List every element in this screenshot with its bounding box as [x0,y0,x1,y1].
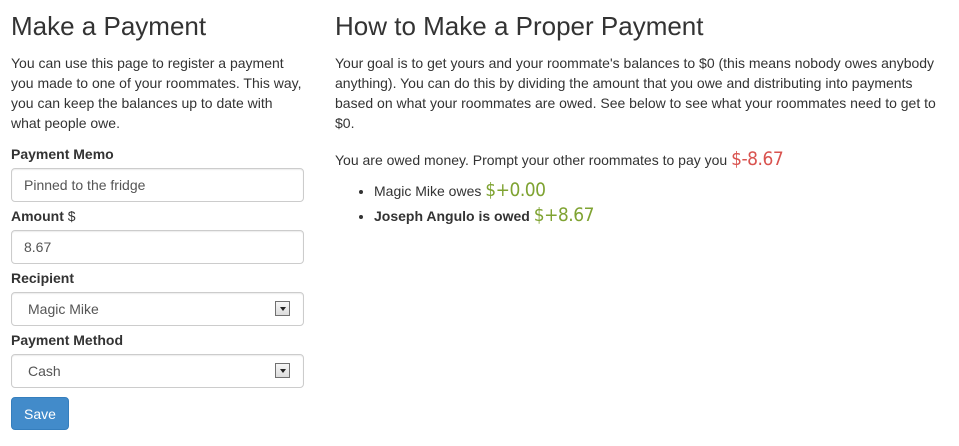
amount-group: Amount $ [11,207,305,264]
list-item: Magic Mike owes $+0.00 [374,178,950,203]
owed-status-amount: $-8.67 [731,148,784,170]
method-label-text: Payment Method [11,332,124,348]
balance-amount: $+8.67 [533,204,595,226]
method-selected-value: Cash [28,363,61,379]
payment-form-panel: Make a Payment You can use this page to … [11,0,305,430]
balance-amount: $+0.00 [485,179,546,201]
dropdown-arrow-icon[interactable] [275,363,290,378]
amount-unit: $ [67,208,76,224]
recipient-select[interactable]: Magic Mike [11,292,304,326]
amount-label: Amount $ [11,207,305,225]
owed-status: You are owed money. Prompt your other ro… [335,147,950,172]
method-label: Payment Method [11,331,305,349]
instructions-goal: Your goal is to get yours and your roomm… [335,55,936,131]
memo-input[interactable] [11,168,304,202]
list-item: Joseph Angulo is owed $+8.67 [374,203,950,228]
recipient-group: Recipient Magic Mike [11,269,305,326]
amount-label-text: Amount [11,208,64,224]
recipient-selected-value: Magic Mike [28,301,99,317]
method-select[interactable]: Cash [11,354,304,388]
memo-label-text: Payment Memo [11,146,114,162]
instructions-panel: How to Make a Proper Payment Your goal i… [335,0,950,228]
method-group: Payment Method Cash [11,331,305,388]
amount-input[interactable] [11,230,304,264]
instructions-title: How to Make a Proper Payment [335,11,704,41]
memo-group: Payment Memo [11,145,305,202]
owed-status-text: You are owed money. Prompt your other ro… [335,152,728,168]
dropdown-arrow-icon[interactable] [275,301,290,316]
payment-form-title: Make a Payment [11,11,207,41]
memo-label: Payment Memo [11,145,305,163]
balance-text: Joseph Angulo is owed [374,208,530,224]
recipient-label: Recipient [11,269,305,287]
recipient-label-text: Recipient [11,270,75,286]
save-button[interactable]: Save [11,397,69,430]
payment-form-intro: You can use this page to register a paym… [11,55,302,131]
balance-text: Magic Mike owes [374,183,482,199]
roommate-balance-list: Magic Mike owes $+0.00 Joseph Angulo is … [335,178,950,228]
